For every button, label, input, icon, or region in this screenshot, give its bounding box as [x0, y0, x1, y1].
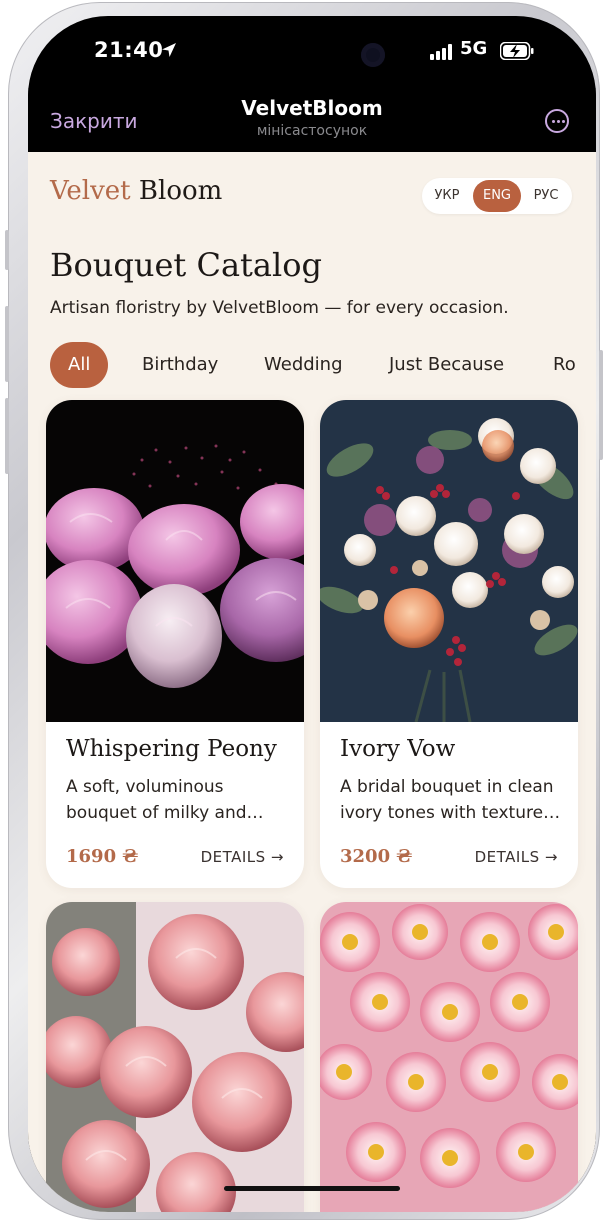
more-options-icon[interactable] — [545, 109, 569, 133]
brand-logo-part1: Velvet — [50, 176, 131, 206]
volume-down-button — [5, 398, 9, 474]
brand-logo-part2: Bloom — [138, 176, 223, 206]
lang-option-ukr[interactable]: УКР — [426, 178, 468, 214]
product-price: 3200 ₴ — [340, 846, 413, 867]
status-bar: 21:40 5G — [28, 16, 596, 86]
action-button — [5, 230, 9, 270]
product-price: 1690 ₴ — [66, 846, 139, 867]
category-chip-just-because[interactable]: Just Because — [371, 342, 522, 388]
language-switcher: УКР ENG РУС — [422, 178, 572, 214]
product-image-daisies — [320, 902, 578, 1212]
product-image-pink-roses — [46, 902, 304, 1212]
lang-option-rus[interactable]: РУС — [524, 178, 568, 214]
category-chip-all[interactable]: All — [50, 342, 109, 388]
product-image-bridal-bouquet — [320, 400, 578, 722]
network-type: 5G — [460, 38, 488, 59]
product-card-daisies[interactable] — [320, 902, 578, 1212]
lang-option-eng[interactable]: ENG — [473, 180, 521, 212]
product-card-whispering-peony[interactable]: Whispering Peony A soft, voluminous bouq… — [46, 400, 304, 888]
volume-up-button — [5, 306, 9, 382]
details-link[interactable]: DETAILS → — [201, 848, 284, 866]
mini-app-title: VelvetBloom — [241, 96, 383, 120]
front-camera — [361, 43, 385, 67]
battery-charging-icon — [500, 42, 534, 60]
status-time: 21:40 — [94, 38, 164, 62]
cellular-signal-icon — [430, 44, 452, 60]
category-filter: All Birthday Wedding Just Because Ro — [50, 342, 596, 390]
category-chip-ro[interactable]: Ro — [535, 342, 594, 388]
mini-app-subtitle: мініcастосунок — [256, 123, 368, 139]
product-title: Whispering Peony — [66, 736, 277, 762]
category-chip-birthday[interactable]: Birthday — [124, 342, 236, 388]
mini-app-header: Закрити VelvetBloom мініcастосунок — [28, 88, 596, 152]
details-link[interactable]: DETAILS → — [475, 848, 558, 866]
product-image-peony — [46, 400, 304, 722]
page-title: Bouquet Catalog — [50, 246, 322, 284]
page-subtitle: Artisan floristry by VelvetBloom — for e… — [50, 298, 509, 318]
home-indicator[interactable] — [224, 1186, 400, 1191]
product-card-pink-roses[interactable] — [46, 902, 304, 1212]
location-arrow-icon — [162, 43, 176, 57]
product-description: A soft, voluminous bouquet of milky and… — [66, 777, 264, 823]
screen: 21:40 5G Закрити VelvetBloom мініcастосу… — [28, 16, 596, 1212]
product-description: A bridal bouquet in clean ivory tones wi… — [340, 777, 561, 823]
product-card-ivory-vow[interactable]: Ivory Vow A bridal bouquet in clean ivor… — [320, 400, 578, 888]
brand-logo[interactable]: Velvet Bloom — [50, 176, 222, 206]
category-chip-wedding[interactable]: Wedding — [246, 342, 361, 388]
product-title: Ivory Vow — [340, 736, 456, 762]
phone-frame: 21:40 5G Закрити VelvetBloom мініcастосу… — [5, 2, 603, 1220]
power-button — [599, 350, 603, 460]
app-content: Velvet Bloom УКР ENG РУС Bouquet Catalog… — [28, 152, 596, 1212]
